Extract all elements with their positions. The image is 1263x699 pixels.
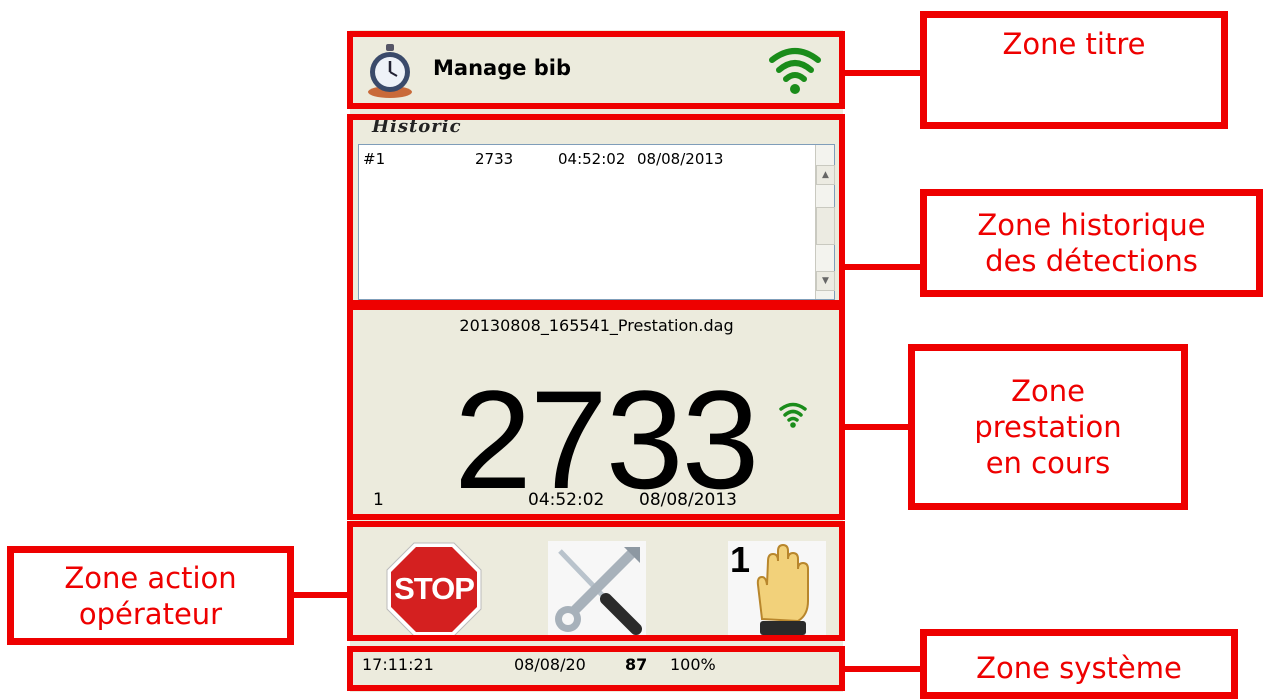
annotation-history-zone: Zone historique des détections xyxy=(920,189,1263,297)
title-zone-outline xyxy=(347,31,845,109)
prestation-zone-outline xyxy=(347,304,845,520)
annotation-text: Zone prestation en cours xyxy=(974,374,1122,480)
annotation-title-zone: Zone titre xyxy=(920,11,1228,129)
annotation-action-zone: Zone action opérateur xyxy=(7,546,294,645)
connector-line xyxy=(845,70,922,76)
connector-line xyxy=(845,424,910,430)
history-zone-outline xyxy=(347,114,845,306)
annotation-text: Zone système xyxy=(976,651,1182,685)
annotation-prestation-zone: Zone prestation en cours xyxy=(908,344,1188,510)
connector-line xyxy=(845,264,922,270)
annotation-text: Zone historique des détections xyxy=(977,208,1206,278)
connector-line xyxy=(294,592,348,598)
connector-line xyxy=(845,666,922,672)
annotation-text: Zone titre xyxy=(1002,27,1146,61)
annotation-text: Zone action opérateur xyxy=(64,560,237,631)
system-zone-outline xyxy=(347,646,845,691)
annotation-system-zone: Zone système xyxy=(920,629,1238,699)
action-zone-outline xyxy=(347,521,845,641)
